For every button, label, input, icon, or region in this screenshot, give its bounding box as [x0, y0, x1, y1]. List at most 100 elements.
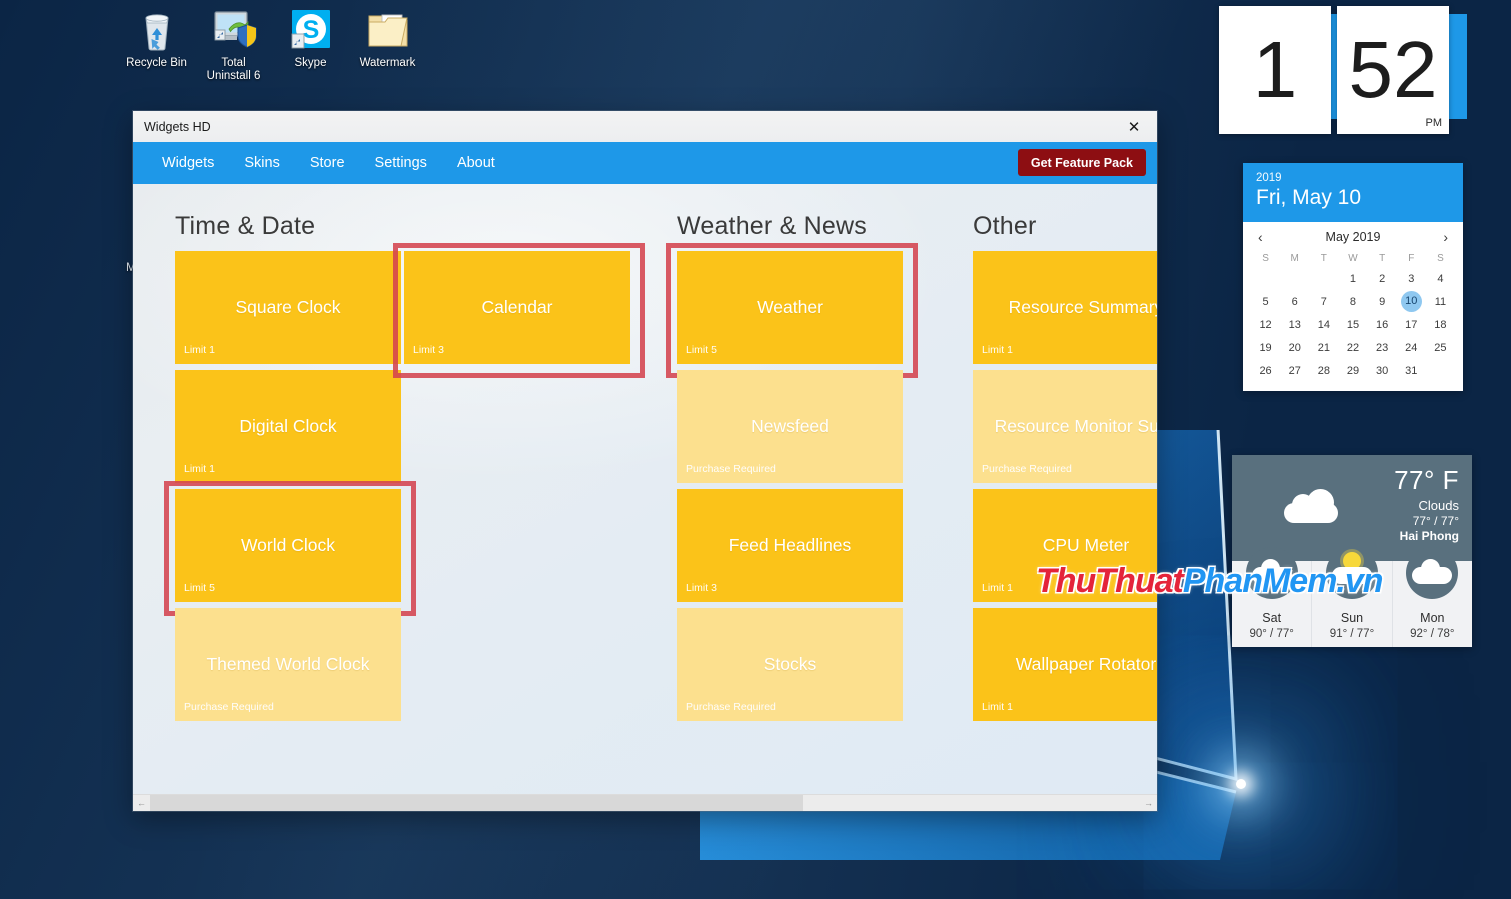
desktop-icon-recycle-bin[interactable]: Recycle Bin: [118, 6, 195, 83]
calendar-day-cell[interactable]: 31: [1397, 359, 1426, 382]
calendar-day-cell[interactable]: 3: [1397, 267, 1426, 290]
clock-hour: 1: [1252, 25, 1298, 114]
scrollbar-track[interactable]: [150, 794, 1140, 811]
desktop-icon-label: Total Uninstall 6: [206, 57, 261, 82]
window-titlebar[interactable]: Widgets HD ✕: [133, 111, 1157, 142]
menu-item-settings[interactable]: Settings: [360, 142, 442, 184]
calendar-day-cell: [1426, 359, 1455, 382]
tile-name: Stocks: [763, 654, 817, 674]
forecast-day[interactable]: Sun 91° / 77°: [1312, 547, 1393, 647]
calendar-day-cell[interactable]: 9: [1368, 290, 1397, 313]
clock-minute-card: 52 PM: [1337, 6, 1449, 134]
calendar-day-cell[interactable]: 28: [1309, 359, 1338, 382]
tile-name: Themed World Clock: [206, 654, 370, 674]
calendar-weekday: M: [1290, 253, 1299, 264]
column-title: Weather & News: [677, 212, 867, 240]
calendar-day-cell[interactable]: 29: [1338, 359, 1367, 382]
calendar-day-cell: [1280, 267, 1309, 290]
tile-status: Limit 1: [184, 463, 215, 475]
calendar-day-cell[interactable]: 10: [1397, 290, 1426, 313]
forecast-temps: 90° / 77°: [1249, 628, 1294, 640]
calendar-day-cell[interactable]: 11: [1426, 290, 1455, 313]
calendar-day-cell[interactable]: 21: [1309, 336, 1338, 359]
calendar-day-cell[interactable]: 6: [1280, 290, 1309, 313]
widget-tile-world-clock[interactable]: World Clock Limit 5: [175, 489, 401, 602]
calendar-day-cell[interactable]: 23: [1368, 336, 1397, 359]
widget-tile-wallpaper-rotator[interactable]: Wallpaper Rotator Limit 1: [973, 608, 1157, 721]
widget-tile-digital-clock[interactable]: Digital Clock Limit 1: [175, 370, 401, 483]
tile-name: Newsfeed: [751, 416, 829, 436]
weather-forecast: Sat 90° / 77° Sun 91° / 77° Mon 92° / 78…: [1232, 547, 1472, 647]
tile-name: Resource Monitor Suite: [994, 416, 1157, 436]
forecast-day-name: Sun: [1340, 611, 1364, 625]
widget-tile-weather[interactable]: Weather Limit 5: [677, 251, 903, 364]
scroll-left-arrow-icon[interactable]: ←: [133, 795, 150, 812]
forecast-day[interactable]: Sat 90° / 77°: [1232, 547, 1313, 647]
widget-tile-newsfeed[interactable]: Newsfeed Purchase Required: [677, 370, 903, 483]
calendar-gadget[interactable]: 2019 Fri, May 10 ‹ May 2019 › S M T W T …: [1243, 163, 1463, 391]
cloud-icon: [1284, 489, 1338, 523]
calendar-year: 2019: [1256, 172, 1282, 184]
calendar-day-cell[interactable]: 4: [1426, 267, 1455, 290]
calendar-day-cell[interactable]: 20: [1280, 336, 1309, 359]
close-icon[interactable]: ✕: [1111, 111, 1157, 142]
get-feature-pack-button[interactable]: Get Feature Pack: [1017, 149, 1146, 176]
calendar-header: 2019 Fri, May 10: [1243, 163, 1463, 222]
horizontal-scrollbar[interactable]: ← →: [133, 794, 1157, 811]
menu-item-skins[interactable]: Skins: [229, 142, 294, 184]
tile-status: Purchase Required: [686, 701, 776, 713]
calendar-day-cell[interactable]: 13: [1280, 313, 1309, 336]
desktop-icon-watermark-folder[interactable]: Watermark: [349, 6, 426, 83]
widget-tile-resource-summary[interactable]: Resource Summary Limit 1: [973, 251, 1157, 364]
menu-item-about[interactable]: About: [442, 142, 510, 184]
widget-tile-calendar[interactable]: Calendar Limit 3: [404, 251, 630, 364]
scrollbar-thumb[interactable]: [150, 794, 804, 811]
scroll-right-arrow-icon[interactable]: →: [1140, 795, 1157, 812]
widget-tile-resource-monitor-suite[interactable]: Resource Monitor Suite Purchase Required: [973, 370, 1157, 483]
widget-tile-cpu-meter[interactable]: CPU Meter Limit 1: [973, 489, 1157, 602]
tile-status: Limit 3: [686, 582, 717, 594]
desktop-icon-total-uninstall[interactable]: Total Uninstall 6: [195, 6, 272, 83]
widget-tile-stocks[interactable]: Stocks Purchase Required: [677, 608, 903, 721]
widget-tile-themed-world-clock[interactable]: Themed World Clock Purchase Required: [175, 608, 401, 721]
desktop: Recycle Bin Total Uninstall 6 S Skype Wa…: [0, 0, 1511, 899]
calendar-day-cell[interactable]: 26: [1251, 359, 1280, 382]
calendar-day-cell[interactable]: 19: [1251, 336, 1280, 359]
calendar-body: S M T W T F S 1 2 3 4 5 6 7 8 9 10 11 12 13 14 15 16 17 1…: [1243, 249, 1463, 391]
widget-column-calendar: Calendar Limit 3: [393, 212, 677, 727]
calendar-day-cell[interactable]: 12: [1251, 313, 1280, 336]
forecast-temps: 92° / 78°: [1410, 628, 1455, 640]
calendar-next-icon[interactable]: ›: [1440, 229, 1451, 245]
calendar-weekday: T: [1320, 253, 1327, 264]
calendar-day-cell[interactable]: 22: [1338, 336, 1367, 359]
weather-gadget[interactable]: 77° F Clouds 77° / 77° Hai Phong Sat 90°…: [1232, 455, 1472, 647]
calendar-day-cell[interactable]: 25: [1426, 336, 1455, 359]
calendar-prev-icon[interactable]: ‹: [1255, 229, 1266, 245]
calendar-day-cell[interactable]: 7: [1309, 290, 1338, 313]
calendar-day-cell[interactable]: 27: [1280, 359, 1309, 382]
desktop-icon-skype[interactable]: S Skype: [272, 6, 349, 83]
recycle-bin-icon: [134, 6, 180, 52]
calendar-day-cell[interactable]: 1: [1338, 267, 1367, 290]
calendar-day-cell[interactable]: 14: [1309, 313, 1338, 336]
menu-item-widgets[interactable]: Widgets: [147, 142, 229, 184]
calendar-day-cell[interactable]: 2: [1368, 267, 1397, 290]
calendar-day-cell[interactable]: 18: [1426, 313, 1455, 336]
calendar-day-cell[interactable]: 17: [1397, 313, 1426, 336]
calendar-day-cell[interactable]: 15: [1338, 313, 1367, 336]
tile-status: Limit 1: [982, 344, 1013, 356]
tile-name: World Clock: [240, 535, 335, 555]
forecast-day[interactable]: Mon 92° / 78°: [1393, 547, 1472, 647]
forecast-day-name: Sat: [1262, 611, 1282, 625]
widget-tile-feed-headlines[interactable]: Feed Headlines Limit 3: [677, 489, 903, 602]
calendar-day-cell[interactable]: 16: [1368, 313, 1397, 336]
widget-tile-square-clock[interactable]: Square Clock Limit 1: [175, 251, 401, 364]
tile-slot-highlighted: World Clock Limit 5: [164, 481, 416, 616]
calendar-day-cell[interactable]: 24: [1397, 336, 1426, 359]
calendar-day-cell[interactable]: 5: [1251, 290, 1280, 313]
menu-item-store[interactable]: Store: [295, 142, 360, 184]
calendar-day-cell[interactable]: 8: [1338, 290, 1367, 313]
clock-gadget[interactable]: 1 52 PM: [1205, 0, 1467, 140]
calendar-day-cell[interactable]: 30: [1368, 359, 1397, 382]
calendar-week-row: 26 27 28 29 30 31: [1251, 359, 1455, 382]
